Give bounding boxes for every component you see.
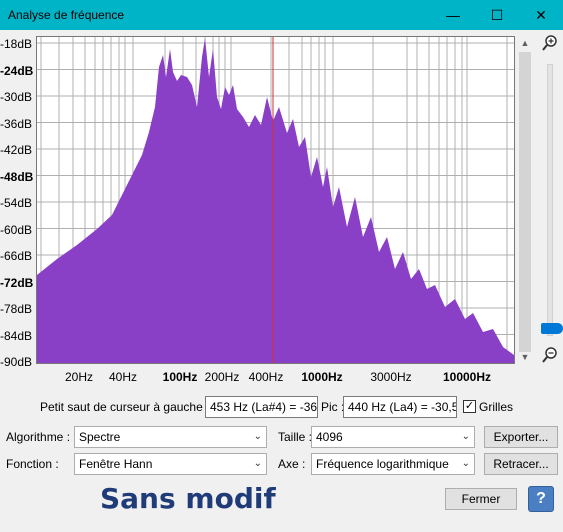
x-tick-label: 3000Hz	[370, 370, 412, 384]
y-tick-label: -66dB	[0, 249, 33, 263]
cursor-value-field[interactable]: 453 Hz (La#4) = -36 d	[205, 396, 318, 418]
grid-label: Grilles	[479, 400, 514, 414]
zoom-out-icon[interactable]	[541, 346, 559, 364]
y-tick-label: -72dB	[0, 275, 34, 290]
peak-value-field[interactable]: 440 Hz (La4) = -30,5	[343, 396, 457, 418]
x-tick-label: 10000Hz	[442, 370, 492, 384]
replot-button[interactable]: Retracer...	[484, 453, 558, 475]
plot-vertical-scrollbar[interactable]: ▲ ▼	[517, 36, 533, 364]
chevron-down-icon: ⌄	[461, 458, 470, 469]
y-tick-label: -24dB	[0, 63, 34, 78]
zoom-in-icon[interactable]	[541, 34, 559, 52]
algorithm-label: Algorithme :	[6, 430, 71, 444]
y-tick-label: -84dB	[0, 328, 33, 343]
peak-label: Pic :	[321, 400, 345, 414]
y-tick-label: -48dB	[0, 169, 34, 184]
size-label: Taille :	[278, 430, 313, 444]
zoom-slider-thumb[interactable]	[541, 323, 563, 334]
x-tick-label: 100Hz	[162, 370, 198, 384]
x-tick-label: 200Hz	[204, 370, 240, 384]
minimize-button[interactable]: —	[431, 0, 475, 30]
scroll-down-arrow-icon[interactable]: ▼	[517, 350, 533, 364]
close-button[interactable]: Fermer	[445, 488, 517, 510]
close-window-button[interactable]: ✕	[519, 0, 563, 30]
size-select[interactable]: 4096 ⌄	[311, 426, 475, 448]
scroll-up-arrow-icon[interactable]: ▲	[517, 36, 533, 50]
axis-label: Axe :	[278, 457, 306, 471]
zoom-slider-track[interactable]	[547, 64, 553, 336]
chevron-down-icon: ⌄	[253, 458, 262, 469]
y-tick-label: -42dB	[0, 143, 33, 157]
spectrum-area	[37, 38, 514, 363]
function-value: Fenêtre Hann	[79, 457, 153, 471]
grid-checkbox[interactable]: ✓	[463, 400, 476, 413]
y-tick-label: -90dB	[0, 355, 33, 369]
spectrum-svg	[37, 37, 514, 363]
algorithm-value: Spectre	[79, 430, 121, 444]
maximize-button[interactable]: ☐	[475, 0, 519, 30]
spectrum-plot[interactable]	[36, 36, 515, 364]
algorithm-select[interactable]: Spectre ⌄	[74, 426, 267, 448]
y-tick-label: -60dB	[0, 222, 33, 237]
y-tick-label: -54dB	[0, 196, 33, 210]
export-button[interactable]: Exporter...	[484, 426, 558, 448]
function-label: Fonction :	[6, 457, 59, 471]
x-tick-label: 20Hz	[64, 370, 94, 384]
title-bar: Analyse de fréquence — ☐ ✕	[0, 0, 563, 30]
note-text: Sans modif	[100, 482, 276, 515]
x-tick-label: 400Hz	[248, 370, 284, 384]
scrollbar-thumb[interactable]	[519, 52, 531, 352]
chevron-down-icon: ⌄	[253, 431, 262, 442]
y-tick-label: -18dB	[0, 37, 33, 51]
x-tick-label: 40Hz	[108, 370, 138, 384]
size-value: 4096	[316, 430, 343, 444]
x-tick-label: 1000Hz	[301, 370, 343, 384]
function-select[interactable]: Fenêtre Hann ⌄	[74, 453, 267, 475]
axis-select[interactable]: Fréquence logarithmique ⌄	[311, 453, 475, 475]
cursor-label: Petit saut de curseur à gauche	[40, 400, 203, 414]
axis-value: Fréquence logarithmique	[316, 457, 449, 471]
y-tick-label: -78dB	[0, 302, 33, 316]
y-tick-label: -30dB	[0, 90, 33, 104]
chevron-down-icon: ⌄	[461, 431, 470, 442]
help-icon[interactable]: ?	[528, 486, 554, 512]
window-title: Analyse de fréquence	[8, 8, 125, 22]
y-tick-label: -36dB	[0, 116, 33, 131]
